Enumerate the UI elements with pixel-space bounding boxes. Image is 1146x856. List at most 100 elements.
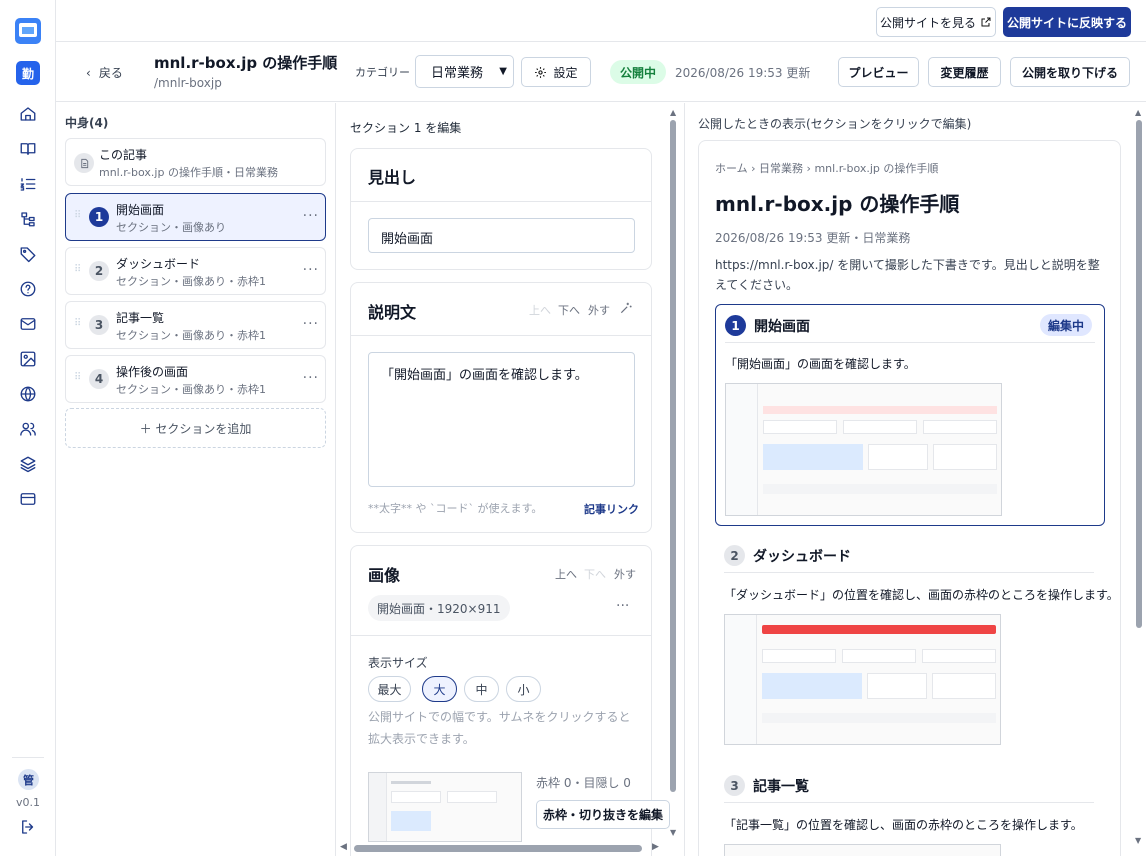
preview-divider: [684, 103, 685, 856]
category-select[interactable]: 日常業務 ▼: [415, 55, 514, 88]
size-option-small[interactable]: 小: [506, 676, 541, 702]
version-label: v0.1: [15, 796, 40, 809]
more-icon[interactable]: ···: [303, 316, 319, 332]
tree-icon[interactable]: [16, 207, 40, 231]
size-option-medium[interactable]: 中: [464, 676, 499, 702]
preview-section[interactable]: 3 記事一覧 「記事一覧」の位置を確認し、画面の赤枠のところを操作します。: [715, 766, 1105, 856]
size-hint: 公開サイトでの幅です。サムネをクリックすると拡大表示できます。: [368, 710, 631, 746]
settings-button[interactable]: 設定: [521, 57, 591, 87]
mail-icon[interactable]: [16, 312, 40, 336]
preview-meta: 2026/08/26 19:53 更新・日常業務: [715, 231, 911, 245]
article-link-button[interactable]: 記事リンク: [584, 501, 639, 517]
size-option-max[interactable]: 最大: [368, 676, 411, 702]
gear-icon: [535, 66, 547, 78]
editor-scrollbar[interactable]: ▲ ▼: [668, 108, 678, 840]
more-icon[interactable]: ···: [616, 598, 629, 614]
section-number: 1: [725, 315, 746, 336]
divider: [351, 335, 651, 336]
description-textarea[interactable]: 「開始画面」の画面を確認します。: [368, 352, 635, 487]
image-icon[interactable]: [16, 347, 40, 371]
preview-screenshot[interactable]: [724, 614, 1001, 745]
page-title: mnl.r-box.jp の操作手順: [154, 54, 338, 72]
preview-button[interactable]: プレビュー: [838, 57, 919, 87]
heading-input[interactable]: 開始画面: [368, 218, 635, 253]
preview-section[interactable]: 1 開始画面 編集中 「開始画面」の画面を確認します。: [715, 304, 1105, 526]
card-icon[interactable]: [16, 487, 40, 511]
outline-item[interactable]: ⠿ 2 ダッシュボード セクション・画像あり・赤枠1 ···: [65, 247, 326, 295]
more-icon[interactable]: ···: [303, 370, 319, 386]
description-card-title: 説明文: [368, 303, 417, 322]
heading-card-title: 見出し: [368, 168, 417, 187]
formatting-hint: **太字** や `コード` が使えます。: [368, 502, 543, 515]
image-chip: 開始画面・1920×911: [368, 595, 510, 621]
outline-article-sub: mnl.r-box.jp の操作手順・日常業務: [99, 166, 278, 179]
outline-item-title: 操作後の画面: [116, 365, 189, 379]
move-down-button[interactable]: 下へ: [558, 302, 580, 318]
preview-breadcrumb: ホーム › 日常業務 › mnl.r-box.jp の操作手順: [715, 162, 939, 175]
outline-item-sub: セクション・画像あり・赤枠1: [116, 329, 266, 342]
unpublish-button[interactable]: 公開を取り下げる: [1010, 57, 1130, 87]
section-number: 1: [89, 207, 109, 227]
help-icon[interactable]: [16, 277, 40, 301]
move-down-button[interactable]: 下へ: [584, 566, 606, 582]
preview-screenshot[interactable]: [724, 844, 1001, 856]
history-button[interactable]: 変更履歴: [928, 57, 1001, 87]
chevron-left-icon: ‹: [86, 65, 91, 80]
remove-button[interactable]: 外す: [614, 566, 636, 582]
back-button[interactable]: ‹ 戻る: [86, 64, 123, 81]
preview-section[interactable]: 2 ダッシュボード 「ダッシュボード」の位置を確認し、画面の赤枠のところを操作し…: [715, 536, 1119, 756]
book-icon[interactable]: [16, 137, 40, 161]
outline-item-sub: セクション・画像あり: [116, 221, 226, 234]
heading-card: 見出し 開始画面: [350, 148, 652, 270]
editor-label: セクション 1 を編集: [350, 121, 462, 135]
preview-section-text: 「開始画面」の画面を確認します。: [725, 357, 916, 371]
sparkle-icon[interactable]: [619, 301, 633, 315]
divider: [725, 342, 1095, 343]
user-avatar[interactable]: 管: [18, 769, 39, 790]
app-badge[interactable]: 勤: [16, 61, 40, 85]
layers-icon[interactable]: [16, 452, 40, 476]
logout-icon[interactable]: [16, 815, 40, 839]
drag-handle-icon[interactable]: ⠿: [74, 372, 81, 383]
outline-item[interactable]: ⠿ 4 操作後の画面 セクション・画像あり・赤枠1 ···: [65, 355, 326, 403]
drag-handle-icon[interactable]: ⠿: [74, 318, 81, 329]
outline-item[interactable]: ⠿ 1 開始画面 セクション・画像あり ···: [65, 193, 326, 241]
publish-button[interactable]: 公開サイトに反映する: [1003, 7, 1131, 37]
divider: [351, 201, 651, 202]
view-site-button[interactable]: 公開サイトを見る: [876, 7, 996, 37]
section-number: 3: [89, 315, 109, 335]
size-option-large[interactable]: 大: [422, 676, 457, 702]
image-thumbnail[interactable]: [368, 772, 522, 842]
outline-item[interactable]: ⠿ 3 記事一覧 セクション・画像あり・赤枠1 ···: [65, 301, 326, 349]
move-up-button[interactable]: 上へ: [529, 302, 551, 318]
move-up-button[interactable]: 上へ: [555, 566, 577, 582]
rail-divider: [12, 757, 44, 758]
drag-handle-icon[interactable]: ⠿: [74, 264, 81, 275]
more-icon[interactable]: ···: [303, 208, 319, 224]
section-number: 3: [724, 775, 745, 796]
preview-intro: https://mnl.r-box.jp/ を開いて撮影した下書きです。見出しと…: [715, 258, 1100, 292]
outline-item-sub: セクション・画像あり・赤枠1: [116, 383, 266, 396]
editor-hscrollbar[interactable]: ◀ ▶: [340, 841, 662, 855]
page-header: ‹ 戻る mnl.r-box.jp の操作手順 /mnlr-boxjp カテゴリ…: [56, 42, 1146, 102]
tag-icon[interactable]: [16, 242, 40, 266]
more-icon[interactable]: ···: [303, 262, 319, 278]
drag-handle-icon[interactable]: ⠿: [74, 210, 81, 221]
add-section-button[interactable]: ＋ セクションを追加: [65, 408, 326, 448]
edit-frame-button[interactable]: 赤枠・切り抜きを編集: [536, 800, 670, 829]
home-icon[interactable]: [16, 102, 40, 126]
document-icon: [74, 153, 94, 173]
app-logo-icon[interactable]: [15, 18, 41, 44]
users-icon[interactable]: [16, 417, 40, 441]
list-ordered-icon[interactable]: [16, 172, 40, 196]
preview-screenshot[interactable]: [725, 383, 1002, 516]
editing-badge: 編集中: [1040, 314, 1092, 336]
remove-button[interactable]: 外す: [588, 302, 610, 318]
preview-title: mnl.r-box.jp の操作手順: [715, 192, 960, 216]
category-label: カテゴリー: [355, 66, 410, 79]
outline-item-title: 記事一覧: [116, 311, 165, 325]
globe-icon[interactable]: [16, 382, 40, 406]
outline-article[interactable]: この記事 mnl.r-box.jp の操作手順・日常業務: [65, 138, 326, 186]
icon-rail: 勤 管 v0.1: [0, 0, 56, 856]
preview-scrollbar[interactable]: ▲ ▼: [1134, 108, 1144, 848]
